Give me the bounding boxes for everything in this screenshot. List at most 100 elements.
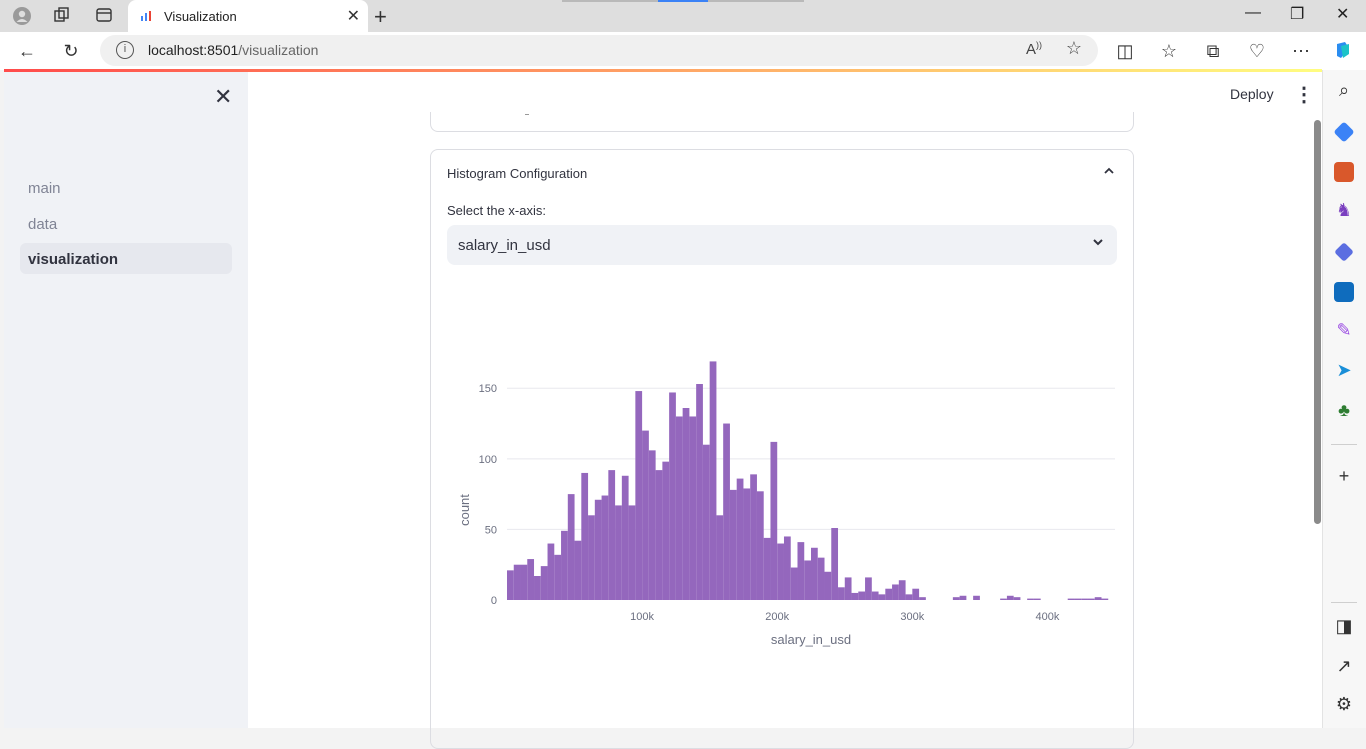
histogram-bar — [750, 474, 757, 600]
tab-title: Visualization — [164, 9, 237, 24]
x-axis-select-label: Select the x-axis: — [447, 203, 546, 218]
histogram-bar — [574, 540, 582, 600]
collections-icon[interactable]: ⧉ — [1202, 40, 1224, 62]
add-icon[interactable]: + — [1334, 466, 1354, 487]
settings-icon[interactable]: ⚙ — [1334, 694, 1354, 715]
histogram-bar — [540, 566, 548, 600]
histogram-bar — [1081, 598, 1088, 600]
shopping-icon[interactable] — [1333, 121, 1355, 143]
histogram-bar — [865, 577, 872, 600]
browser-tab-visualization[interactable]: Visualization ✕ — [128, 0, 368, 32]
histogram-bar — [973, 595, 980, 600]
histogram-bar — [581, 472, 589, 600]
close-tab-icon[interactable]: ✕ — [347, 6, 360, 26]
back-icon[interactable]: ← — [16, 40, 38, 62]
sidebar-item-main[interactable]: main — [20, 172, 232, 203]
main-content: Deploy ⋮ Histogram Configuration Select … — [248, 72, 1322, 749]
y-tick-label: 50 — [485, 524, 497, 536]
sidebar-item-visualization[interactable]: visualization — [20, 243, 232, 274]
histogram-bar — [1006, 595, 1014, 600]
histogram-bar — [588, 515, 595, 600]
sidebar-item-label: visualization — [28, 251, 119, 268]
histogram-bar — [871, 591, 879, 600]
histogram-bar — [804, 560, 811, 600]
histogram-bar — [797, 542, 805, 600]
histogram-bar — [777, 543, 784, 600]
x-axis-select[interactable]: salary_in_usd — [447, 225, 1117, 265]
histogram-bar — [709, 361, 717, 600]
histogram-bar — [783, 536, 791, 600]
x-tick-label: 200k — [765, 611, 789, 623]
minimize-icon[interactable]: — — [1245, 4, 1261, 22]
histogram-bar — [811, 547, 818, 600]
histogram-bar — [662, 461, 670, 600]
microsoft-365-icon[interactable] — [1334, 242, 1354, 262]
copilot-icon[interactable] — [1332, 40, 1354, 62]
sidebar: ✕ main data visualization — [4, 72, 248, 728]
histogram-bar — [648, 450, 656, 600]
sidebar-item-data[interactable]: data — [20, 208, 232, 239]
histogram-bar — [1101, 598, 1109, 600]
histogram-bar — [628, 505, 636, 600]
tab-strip-marker — [708, 0, 804, 2]
histogram-bar — [959, 595, 967, 600]
url-path: /visualization — [238, 42, 319, 58]
histogram-bar — [1027, 598, 1034, 600]
histogram-bar — [763, 537, 771, 600]
x-axis-select-value: salary_in_usd — [458, 237, 551, 254]
close-sidebar-icon[interactable]: ✕ — [214, 84, 232, 110]
tab-strip-marker-active — [658, 0, 708, 2]
chevron-down-icon — [1091, 235, 1105, 252]
workspaces-icon[interactable] — [52, 6, 72, 26]
expander-title[interactable]: Histogram Configuration — [447, 166, 587, 181]
tree-icon[interactable]: ♣ — [1334, 400, 1354, 421]
games-icon[interactable]: ♞ — [1334, 200, 1354, 221]
deploy-button[interactable]: Deploy — [1230, 86, 1274, 102]
histogram-bar — [824, 571, 832, 600]
performance-icon[interactable]: ♡ — [1246, 40, 1268, 62]
histogram-bar — [905, 594, 913, 600]
histogram-bar — [601, 495, 609, 600]
histogram-bar — [858, 591, 866, 600]
x-tick-label: 100k — [630, 611, 654, 623]
read-aloud-icon[interactable]: A)) — [1026, 40, 1042, 58]
histogram-bar — [621, 475, 629, 600]
designer-icon[interactable]: ✎ — [1334, 320, 1354, 341]
y-tick-label: 0 — [491, 595, 497, 607]
tab-strip: Visualization ✕ + — ❐ ✕ — [0, 0, 1366, 32]
histogram-bar — [689, 416, 697, 600]
chevron-up-icon[interactable] — [1103, 164, 1115, 180]
main-menu-icon[interactable]: ⋮ — [1294, 82, 1314, 107]
histogram-bar — [635, 391, 643, 600]
histogram-bar — [817, 557, 825, 600]
sidebar-toggle-icon[interactable]: ◨ — [1334, 616, 1354, 637]
site-info-icon[interactable]: i — [116, 41, 134, 59]
sidebar-item-label: data — [28, 216, 58, 233]
favorites-icon[interactable]: ☆ — [1158, 40, 1180, 62]
more-options-icon[interactable]: ⋯ — [1290, 40, 1312, 62]
histogram-bar — [561, 530, 568, 600]
drop-icon[interactable]: ➤ — [1334, 360, 1354, 381]
refresh-icon[interactable]: ↻ — [60, 40, 82, 62]
histogram-bar — [790, 567, 798, 600]
y-tick-label: 150 — [479, 383, 497, 395]
add-favorite-icon[interactable]: ☆ — [1066, 38, 1082, 59]
profile-icon[interactable] — [12, 6, 32, 26]
histogram-bar — [520, 564, 528, 600]
new-tab-icon[interactable]: + — [374, 4, 387, 30]
tools-icon[interactable] — [1334, 162, 1354, 182]
outlook-icon[interactable] — [1334, 282, 1354, 302]
split-screen-icon[interactable]: ◫ — [1114, 40, 1136, 62]
histogram-bar — [642, 430, 649, 600]
chart-favicon-icon — [141, 11, 151, 21]
open-external-icon[interactable]: ↗ — [1334, 656, 1354, 677]
close-window-icon[interactable]: ✕ — [1336, 4, 1349, 24]
histogram-bar — [716, 515, 724, 600]
tab-actions-icon[interactable] — [94, 6, 114, 26]
restore-icon[interactable]: ❐ — [1290, 4, 1304, 24]
search-icon[interactable]: ⌕ — [1334, 80, 1354, 101]
page-scrollbar[interactable] — [1314, 120, 1321, 524]
histogram-bar — [527, 559, 535, 600]
histogram-bar — [615, 505, 622, 600]
address-bar[interactable]: i localhost:8501/visualization A)) ☆ — [100, 35, 1098, 66]
